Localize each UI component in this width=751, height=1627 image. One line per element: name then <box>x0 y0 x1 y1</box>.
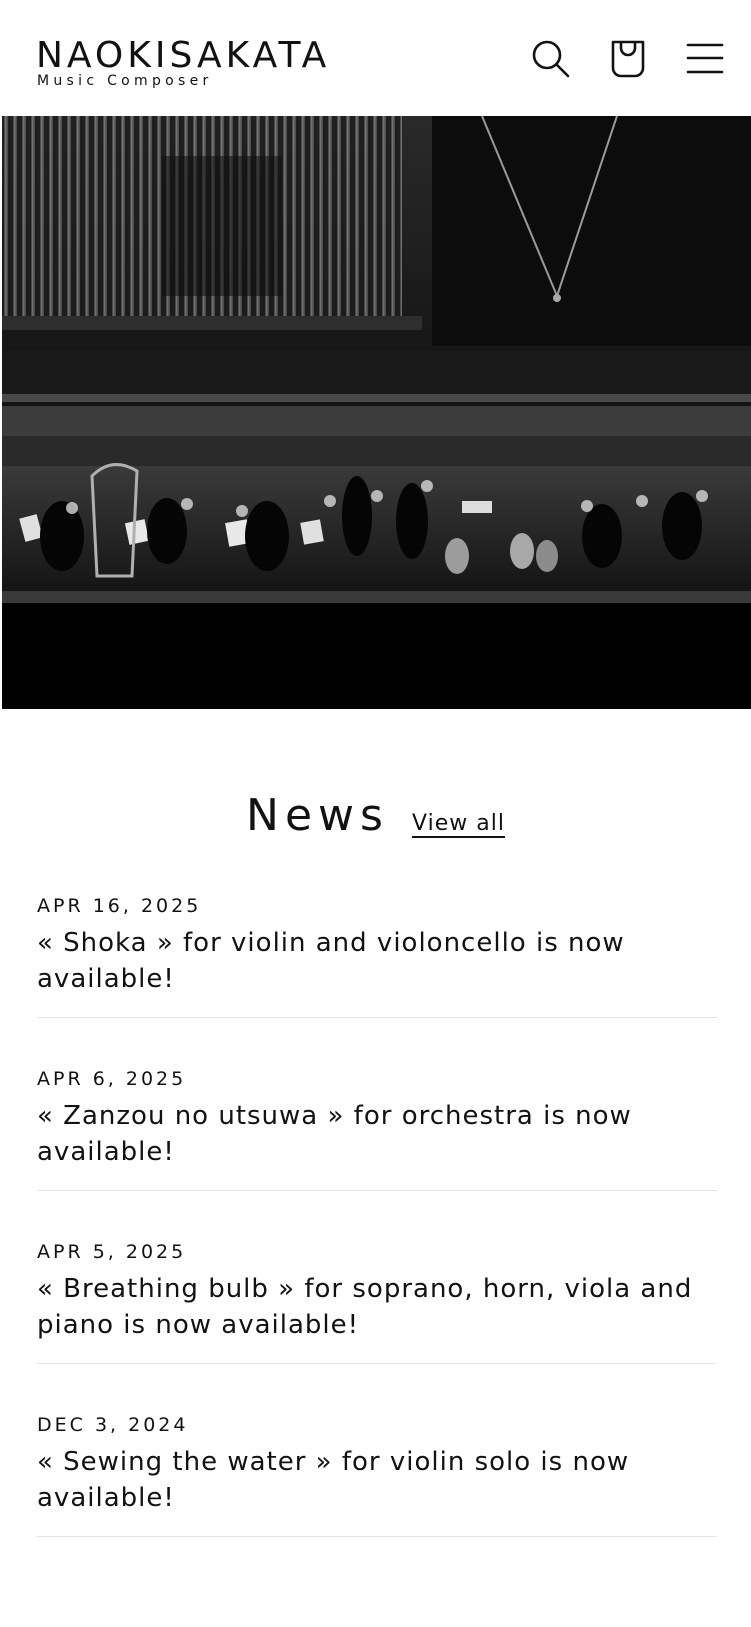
brand-tagline: Music Composer <box>37 73 213 89</box>
cart-button[interactable] <box>606 36 650 80</box>
news-date: DEC 3, 2024 <box>37 1414 189 1436</box>
news-title-link[interactable]: « Shoka » for violin and violoncello is … <box>37 925 717 997</box>
divider <box>37 1536 717 1537</box>
brand-name: NAOKISAKATA <box>36 35 331 76</box>
news-title: News <box>246 790 389 841</box>
menu-button[interactable] <box>683 36 727 80</box>
news-date: APR 16, 2025 <box>37 895 202 917</box>
menu-icon <box>683 36 727 80</box>
news-title-link[interactable]: « Sewing the water » for violin solo is … <box>37 1444 717 1516</box>
news-header: News View all <box>0 790 751 850</box>
divider <box>37 1017 717 1018</box>
news-item: APR 5, 2025 « Breathing bulb » for sopra… <box>37 1241 717 1414</box>
search-button[interactable] <box>528 36 572 80</box>
news-item: APR 6, 2025 « Zanzou no utsuwa » for orc… <box>37 1068 717 1241</box>
view-all-link[interactable]: View all <box>412 811 505 836</box>
news-date: APR 5, 2025 <box>37 1241 187 1263</box>
news-item: APR 16, 2025 « Shoka » for violin and vi… <box>37 895 717 1068</box>
news-title-link[interactable]: « Zanzou no utsuwa » for orchestra is no… <box>37 1098 717 1170</box>
search-icon <box>528 36 572 80</box>
site-logo[interactable]: NAOKISAKATA Music Composer <box>36 36 366 96</box>
divider <box>37 1190 717 1191</box>
news-item: DEC 3, 2024 « Sewing the water » for vio… <box>37 1414 717 1587</box>
divider <box>37 1363 717 1364</box>
hero-image <box>2 116 751 709</box>
site-header: NAOKISAKATA Music Composer <box>0 0 751 116</box>
news-list: APR 16, 2025 « Shoka » for violin and vi… <box>37 895 717 1587</box>
news-date: APR 6, 2025 <box>37 1068 187 1090</box>
cart-icon <box>606 36 650 80</box>
orchestra-photo <box>2 116 751 709</box>
news-title-link[interactable]: « Breathing bulb » for soprano, horn, vi… <box>37 1271 717 1343</box>
